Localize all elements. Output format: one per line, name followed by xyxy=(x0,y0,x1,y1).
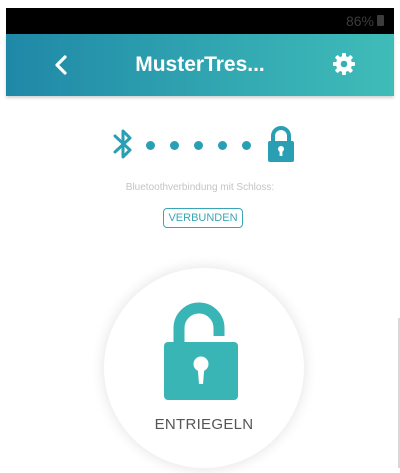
connection-dot xyxy=(242,141,251,150)
settings-button[interactable] xyxy=(332,52,356,76)
battery-percentage: 86% xyxy=(345,13,374,29)
battery-icon xyxy=(377,15,384,26)
connection-indicator xyxy=(0,125,400,165)
page-title: MusterTres... xyxy=(135,53,265,76)
app-screen: 86% MusterTres... Bluetoothverbindung mi… xyxy=(0,0,400,473)
unlock-label: ENTRIEGELN xyxy=(154,416,254,433)
back-button[interactable] xyxy=(48,51,76,79)
status-bar: 86% xyxy=(6,8,394,34)
connection-dot xyxy=(218,141,227,150)
unlocked-padlock-icon xyxy=(164,302,238,400)
connection-dot xyxy=(170,141,179,150)
gear-icon xyxy=(333,53,355,75)
bluetooth-icon xyxy=(113,129,132,159)
status-badge: VERBUNDEN xyxy=(163,208,243,228)
unlock-button[interactable]: ENTRIEGELN xyxy=(104,268,304,468)
connection-label: Bluetoothverbindung mit Schloss: xyxy=(125,182,275,193)
lock-icon xyxy=(268,126,294,162)
connection-dot xyxy=(194,141,203,150)
app-bar: MusterTres... xyxy=(6,34,394,96)
chevron-left-icon xyxy=(55,55,67,75)
connection-dot xyxy=(146,141,155,150)
